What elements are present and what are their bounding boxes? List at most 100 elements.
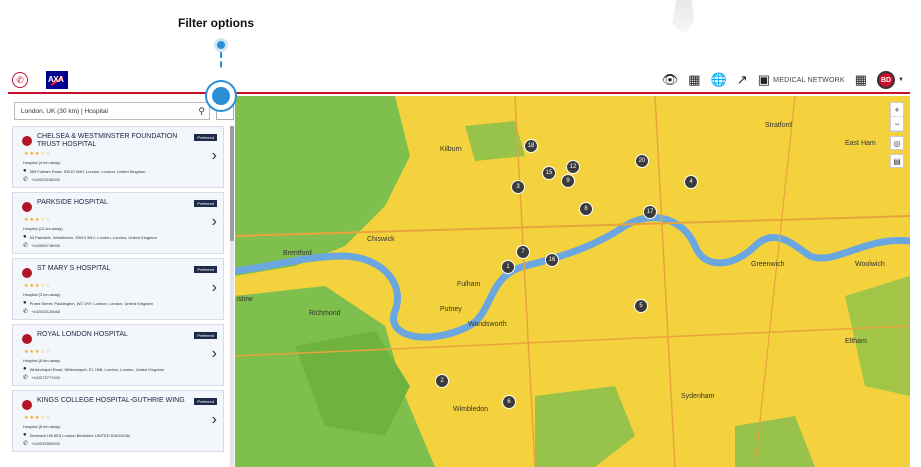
- medical-network-label: MEDICAL NETWORK: [773, 76, 845, 84]
- map-cluster-marker[interactable]: 15: [542, 166, 556, 180]
- rating-stars: ★★★☆☆: [24, 151, 52, 157]
- phone-icon: ✆: [23, 243, 29, 249]
- hospital-distance: Hospital (8 km away): [23, 424, 61, 429]
- map-place-label: Wandsworth: [468, 321, 507, 328]
- hospital-distance: Hospital (8 km away): [23, 358, 61, 363]
- trend-chart-icon[interactable]: ↗: [737, 72, 748, 88]
- medical-kit-icon: ▣: [757, 72, 771, 87]
- map-cluster-marker[interactable]: 3: [511, 180, 525, 194]
- zoom-out-button[interactable]: −: [891, 117, 903, 131]
- hospital-address: ● 53 Parkside, Wimbledon, SW19 5NX, Londo…: [23, 234, 157, 240]
- results-sidebar: ⚲ CHELSEA & WESTMINSTER FOUNDATION TRUST…: [8, 96, 235, 467]
- map-cluster-marker[interactable]: 4: [684, 175, 698, 189]
- chevron-right-icon[interactable]: ›: [212, 213, 217, 231]
- map-cluster-marker[interactable]: 12: [566, 160, 580, 174]
- hospital-card[interactable]: ROYAL LONDON HOSPITAL Preferred ★★★☆☆ Ho…: [12, 324, 224, 386]
- hospital-card[interactable]: KINGS COLLEGE HOSPITAL-GUTHRIE WING Pref…: [12, 390, 224, 452]
- annotation-dot: [214, 38, 228, 52]
- map-cluster-marker[interactable]: 2: [435, 374, 449, 388]
- hospital-marker-icon: [22, 400, 32, 410]
- globe-icon[interactable]: 🌐: [711, 72, 727, 88]
- location-pin-icon: ●: [23, 432, 27, 438]
- map-cluster-marker[interactable]: 8: [579, 202, 593, 216]
- phone-call-icon[interactable]: ✆: [12, 72, 28, 88]
- preferred-badge: Preferred: [194, 266, 217, 273]
- map-place-label: Eltham: [845, 338, 867, 345]
- map-cluster-marker[interactable]: 9: [561, 174, 575, 188]
- map-view[interactable]: Kilburn Stratford East Ham Brentford Chi…: [235, 96, 910, 467]
- map-cluster-marker[interactable]: 17: [643, 205, 657, 219]
- scrollbar-thumb[interactable]: [230, 126, 234, 241]
- hospital-marker-icon: [22, 202, 32, 212]
- map-cluster-marker[interactable]: 7: [516, 245, 530, 259]
- map-cluster-marker[interactable]: 20: [635, 154, 649, 168]
- hospital-phone[interactable]: ✆ +442033126666: [23, 308, 60, 315]
- rating-stars: ★★★☆☆: [24, 415, 52, 421]
- phone-icon: ✆: [23, 375, 29, 381]
- list-scrollbar[interactable]: [230, 126, 234, 467]
- hospital-name: KINGS COLLEGE HOSPITAL-GUTHRIE WING: [37, 397, 185, 404]
- hospital-card[interactable]: CHELSEA & WESTMINSTER FOUNDATION TRUST H…: [12, 126, 224, 188]
- hospital-phone[interactable]: ✆ +442089718000: [23, 242, 60, 249]
- screen: Filter options ✆ AXA 👁 ▦ 🌐 ↗ ▣ MEDICAL N…: [0, 0, 921, 467]
- hospital-name: PARKSIDE HOSPITAL: [37, 199, 108, 206]
- hospital-distance: Hospital (4 km away): [23, 160, 61, 165]
- map-cluster-marker[interactable]: 16: [545, 253, 559, 267]
- header-toolbar: 👁 ▦ 🌐 ↗ ▣ MEDICAL NETWORK ▦ BD ▼: [662, 71, 904, 89]
- map-place-label: islow: [237, 296, 253, 303]
- map-place-label: Wimbledon: [453, 406, 489, 413]
- chevron-right-icon[interactable]: ›: [212, 345, 217, 363]
- location-pin-icon: ●: [23, 234, 27, 240]
- map-place-label: Richmond: [309, 310, 341, 317]
- hospital-marker-icon: [22, 136, 32, 146]
- locate-me-icon[interactable]: ◎: [890, 136, 904, 150]
- hospital-address: ● Denmark Hill,SE5 London Berkshire UNITE…: [23, 432, 130, 438]
- annotation-label: Filter options: [178, 16, 254, 30]
- rating-stars: ★★★☆☆: [24, 217, 52, 223]
- location-pin-icon: ●: [23, 168, 27, 174]
- zoom-in-button[interactable]: +: [891, 103, 903, 117]
- chevron-right-icon[interactable]: ›: [212, 279, 217, 297]
- user-avatar[interactable]: BD: [877, 71, 896, 89]
- calendar-icon[interactable]: ▦: [855, 72, 867, 88]
- phone-icon: ✆: [23, 177, 29, 183]
- map-place-label: Woolwich: [855, 261, 885, 268]
- map-cluster-marker[interactable]: 1: [501, 260, 515, 274]
- map-place-label: Fulham: [457, 281, 481, 288]
- map-cluster-marker[interactable]: 5: [634, 299, 648, 313]
- search-icon[interactable]: ⚲: [198, 106, 205, 117]
- hospital-address: ● Whitechapel Road, Whitechapel, E1 1BB, …: [23, 366, 165, 372]
- map-place-label: Chiswick: [367, 236, 395, 243]
- visibility-eye-icon[interactable]: 👁: [662, 72, 679, 88]
- hospital-phone[interactable]: ✆ +442032993000: [23, 440, 60, 447]
- app-header: ✆ AXA 👁 ▦ 🌐 ↗ ▣ MEDICAL NETWORK ▦ BD ▼: [8, 68, 910, 94]
- map-cluster-marker[interactable]: 6: [502, 395, 516, 409]
- decorative-shape: [672, 0, 694, 34]
- map-icon[interactable]: ▦: [688, 72, 700, 88]
- chevron-down-icon[interactable]: ▼: [898, 77, 904, 83]
- chevron-right-icon[interactable]: ›: [212, 147, 217, 165]
- hospital-name: CHELSEA & WESTMINSTER FOUNDATION TRUST H…: [37, 133, 178, 148]
- hospital-name: ST MARY S HOSPITAL: [37, 265, 111, 272]
- hospital-address: ● Praed Street, Paddington, W2 1NY, Londo…: [23, 300, 153, 306]
- map-place-label: Greenwich: [751, 261, 785, 268]
- chevron-right-icon[interactable]: ›: [212, 411, 217, 429]
- hospital-phone[interactable]: ✆ +442033155000: [23, 176, 60, 183]
- location-search-input[interactable]: [21, 107, 191, 115]
- preferred-badge: Preferred: [194, 134, 217, 141]
- location-pin-icon: ●: [23, 300, 27, 306]
- axa-logo: AXA: [46, 71, 68, 89]
- rating-stars: ★★★☆☆: [24, 349, 52, 355]
- preferred-badge: Preferred: [194, 200, 217, 207]
- map-layers-icon[interactable]: ▤: [890, 154, 904, 168]
- hospital-card[interactable]: ST MARY S HOSPITAL Preferred ★★★☆☆ Hospi…: [12, 258, 224, 320]
- hospital-card[interactable]: PARKSIDE HOSPITAL Preferred ★★★☆☆ Hospit…: [12, 192, 224, 254]
- map-place-label: Brentford: [283, 250, 312, 257]
- map-place-label: Sydenham: [681, 393, 715, 400]
- medical-network-button[interactable]: ▣ MEDICAL NETWORK: [758, 72, 845, 88]
- map-cluster-marker[interactable]: 18: [524, 139, 538, 153]
- phone-icon: ✆: [23, 441, 29, 447]
- map-place-label: Putney: [440, 306, 462, 313]
- hospital-phone[interactable]: ✆ +442073777000: [23, 374, 60, 381]
- location-pin-icon: ●: [23, 366, 27, 372]
